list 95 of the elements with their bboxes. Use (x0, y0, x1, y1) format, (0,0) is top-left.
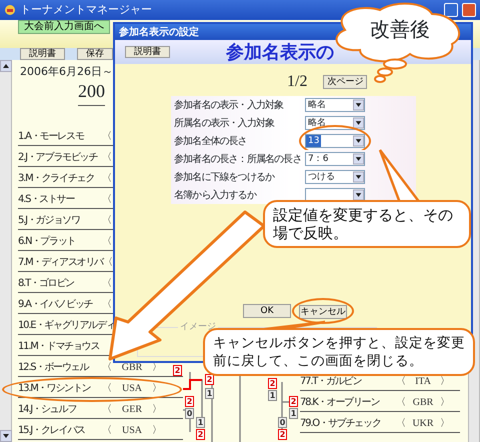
player-name: 1.A・モーレスモ (18, 130, 86, 144)
player-name: 13.M・ワシントン (18, 382, 92, 396)
bracket-text: 〉 (152, 424, 162, 438)
score-box: 1 (196, 417, 205, 428)
dropdown-icon[interactable] (353, 135, 364, 147)
bracket-text: 〈 (102, 382, 112, 396)
select-field[interactable]: 略名 (305, 98, 365, 112)
bracket-text: 〉 (152, 403, 162, 417)
select-field[interactable]: つける (305, 170, 365, 184)
bracket-text: 〈 (102, 256, 113, 270)
score-box: 0 (185, 408, 194, 419)
score-box: 2 (205, 374, 214, 385)
score-box: 2 (278, 429, 287, 440)
bracket-text: 〈 (102, 193, 112, 207)
player-name: 9.A・イバノビッチ (18, 298, 94, 312)
nav-button[interactable]: 大会前入力画面へ (18, 20, 110, 34)
bracket-text: 〈 (102, 403, 112, 417)
setting-label: 所属名の表示・入力対象 (173, 116, 276, 130)
country-code: GBR (412, 396, 434, 410)
bracket-text: 〈 (102, 172, 112, 186)
player-name: 7.M・ディアスオリバ (18, 256, 103, 270)
bracket-text: 〉 (152, 382, 162, 396)
player-name: 12.S・ボーウェル (18, 361, 90, 375)
bracket-text: 〉 (440, 417, 450, 431)
setting-label: 名簿から入力するか (173, 188, 258, 202)
cloud-text: 改善後 (370, 16, 430, 43)
bracket-text: 〈 (102, 151, 112, 165)
manual-button[interactable]: 説明書 (125, 46, 170, 58)
player-name: 5.J・ガジョソワ (18, 214, 81, 228)
player-name: 15.J・クレイバス (18, 424, 86, 438)
select-field[interactable]: 7：6 (305, 152, 365, 166)
bracket-text: 〈 (102, 277, 112, 291)
country-code: USA (120, 382, 143, 396)
player-name: 11.M・ドマチョウス (18, 340, 100, 354)
bracket-text: 〈 (102, 214, 112, 228)
bracket-text: 〈 (102, 235, 112, 249)
score-box: 1 (205, 388, 214, 399)
bracket-text: 〈 (102, 361, 112, 375)
dropdown-icon[interactable] (353, 117, 364, 129)
score-box: 2 (196, 429, 205, 440)
bracket-text: 〈 (102, 424, 112, 438)
country-code: GER (121, 403, 143, 417)
country-code: ITA (414, 375, 432, 389)
player-name: 2.J・アブラモビッチ (18, 150, 99, 165)
score-box: 2 (268, 378, 277, 389)
window-title: トーナメントマネージャー (20, 2, 152, 18)
bracket-text: 〈 (102, 298, 112, 312)
toolbar-button[interactable]: 保存 (77, 48, 113, 60)
bracket-text: 〈 (396, 375, 406, 389)
country-code: UKR (411, 417, 435, 431)
date-text: 2006年6月26日～ (20, 64, 113, 80)
player-name: 4.S・ストサー (18, 193, 76, 207)
bracket-text: 〉 (440, 396, 450, 410)
player-name: 3.M・クライチェク (18, 172, 96, 186)
country-code: USA (120, 424, 143, 438)
dialog-heading: 参加名表示の (226, 40, 334, 64)
page-heading: 200 (78, 78, 105, 106)
select-field[interactable]: 略名 (305, 116, 365, 130)
bracket-text: 〈 (396, 396, 406, 410)
bracket-text: 〈 (102, 130, 112, 144)
score-box: 1 (268, 390, 277, 401)
scroll-up-icon[interactable] (0, 60, 12, 72)
page-indicator: 1/2 (287, 72, 308, 92)
player-name: 8.T・ゴロビン (18, 277, 76, 291)
score-box: 2 (289, 396, 298, 407)
cancel-button[interactable]: キャンセル (299, 305, 347, 319)
dropdown-icon[interactable] (353, 189, 364, 201)
close-icon[interactable] (462, 3, 476, 17)
next-page-button[interactable]: 次ページ (323, 75, 368, 89)
player-name: 78.K・オーブリーン (300, 396, 380, 410)
dialog-title: 参加名表示の設定 (119, 25, 199, 40)
setting-label: 参加者名の表示・入力対象 (173, 98, 284, 112)
app-icon (4, 4, 16, 16)
scroll-down-icon[interactable] (0, 430, 12, 442)
select-field[interactable]: 13 (305, 134, 365, 148)
maximize-icon[interactable] (444, 3, 458, 17)
bracket-text: 〈 (396, 417, 406, 431)
score-box: 0 (278, 417, 287, 428)
score-box: 2 (185, 396, 194, 407)
dropdown-icon[interactable] (353, 171, 364, 183)
player-name: 14.J・シュルフ (18, 403, 78, 417)
setting-label: 参加者名の長さ：所属名の長さ (173, 152, 302, 166)
dropdown-icon[interactable] (353, 99, 364, 111)
dropdown-icon[interactable] (353, 153, 364, 165)
player-name: 77.T・ガルビン (300, 375, 362, 389)
player-name: 6.N・プラット (18, 234, 76, 249)
setting-label: 参加名全体の長さ (173, 134, 248, 148)
score-box: 2 (173, 365, 182, 376)
player-name: 79.O・サブチェック (300, 416, 382, 431)
ok-button[interactable]: OK (243, 304, 291, 318)
bracket-text: 〉 (440, 375, 450, 389)
score-box: 1 (289, 408, 298, 419)
setting-label: 参加名に下線をつけるか (173, 170, 276, 184)
country-code: GBR (120, 361, 144, 375)
toolbar-button[interactable]: 説明書 (20, 48, 65, 60)
